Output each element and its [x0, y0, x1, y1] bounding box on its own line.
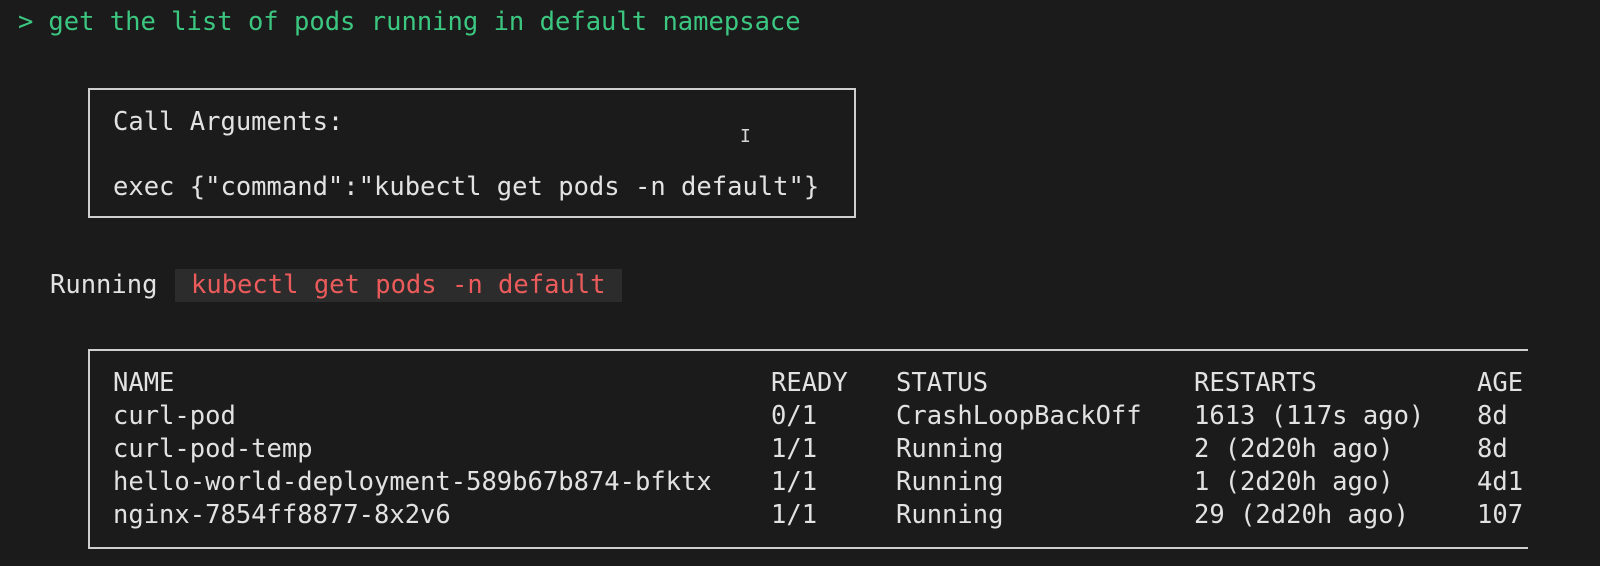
pods-table: NAME READY STATUS RESTARTS AGE curl-pod …: [113, 367, 1523, 532]
header-age: AGE: [1477, 368, 1524, 398]
running-command: kubectl get pods -n default: [175, 269, 622, 302]
header-name: NAME: [113, 368, 175, 398]
pod-restarts: 2 (2d20h ago): [1194, 434, 1394, 464]
pod-status: Running: [896, 434, 1004, 464]
running-label: Running: [50, 270, 158, 300]
pod-age: 4d1: [1477, 467, 1524, 497]
pod-age: 8d: [1477, 401, 1508, 431]
prompt-text: get the list of pods running in default …: [48, 7, 801, 37]
pod-status: CrashLoopBackOff: [896, 401, 1142, 431]
pod-name: curl-pod: [113, 401, 236, 431]
pod-status: Running: [896, 467, 1004, 497]
pod-age: 107: [1477, 500, 1524, 530]
prompt-line: > get the list of pods running in default…: [18, 6, 801, 39]
pod-ready: 1/1: [771, 434, 818, 464]
pod-name: hello-world-deployment-589b67b874-bfktx: [113, 467, 712, 497]
table-row: curl-pod 0/1 CrashLoopBackOff 1613 (117s…: [113, 400, 1508, 433]
table-row: curl-pod-temp 1/1 Running 2 (2d20h ago) …: [113, 433, 1508, 466]
call-arguments-title: Call Arguments:: [113, 107, 344, 137]
header-restarts: RESTARTS: [1194, 368, 1317, 398]
table-row: nginx-7854ff8877-8x2v6 1/1 Running 29 (2…: [113, 499, 1523, 532]
text-cursor-icon: I: [740, 126, 751, 147]
table-row: hello-world-deployment-589b67b874-bfktx …: [113, 466, 1523, 499]
pod-ready: 1/1: [771, 500, 818, 530]
header-status: STATUS: [896, 368, 989, 398]
pod-ready: 0/1: [771, 401, 818, 431]
prompt-symbol: >: [18, 7, 34, 37]
pod-age: 8d: [1477, 434, 1508, 464]
pod-ready: 1/1: [771, 467, 818, 497]
pod-status: Running: [896, 500, 1004, 530]
pod-restarts: 1613 (117s ago): [1194, 401, 1425, 431]
call-arguments-exec: exec {"command":"kubectl get pods -n def…: [113, 172, 820, 202]
header-ready: READY: [771, 368, 848, 398]
pod-restarts: 29 (2d20h ago): [1194, 500, 1409, 530]
pod-name: curl-pod-temp: [113, 434, 313, 464]
table-header-row: NAME READY STATUS RESTARTS AGE: [113, 367, 1523, 400]
pod-restarts: 1 (2d20h ago): [1194, 467, 1394, 497]
pod-name: nginx-7854ff8877-8x2v6: [113, 500, 451, 530]
